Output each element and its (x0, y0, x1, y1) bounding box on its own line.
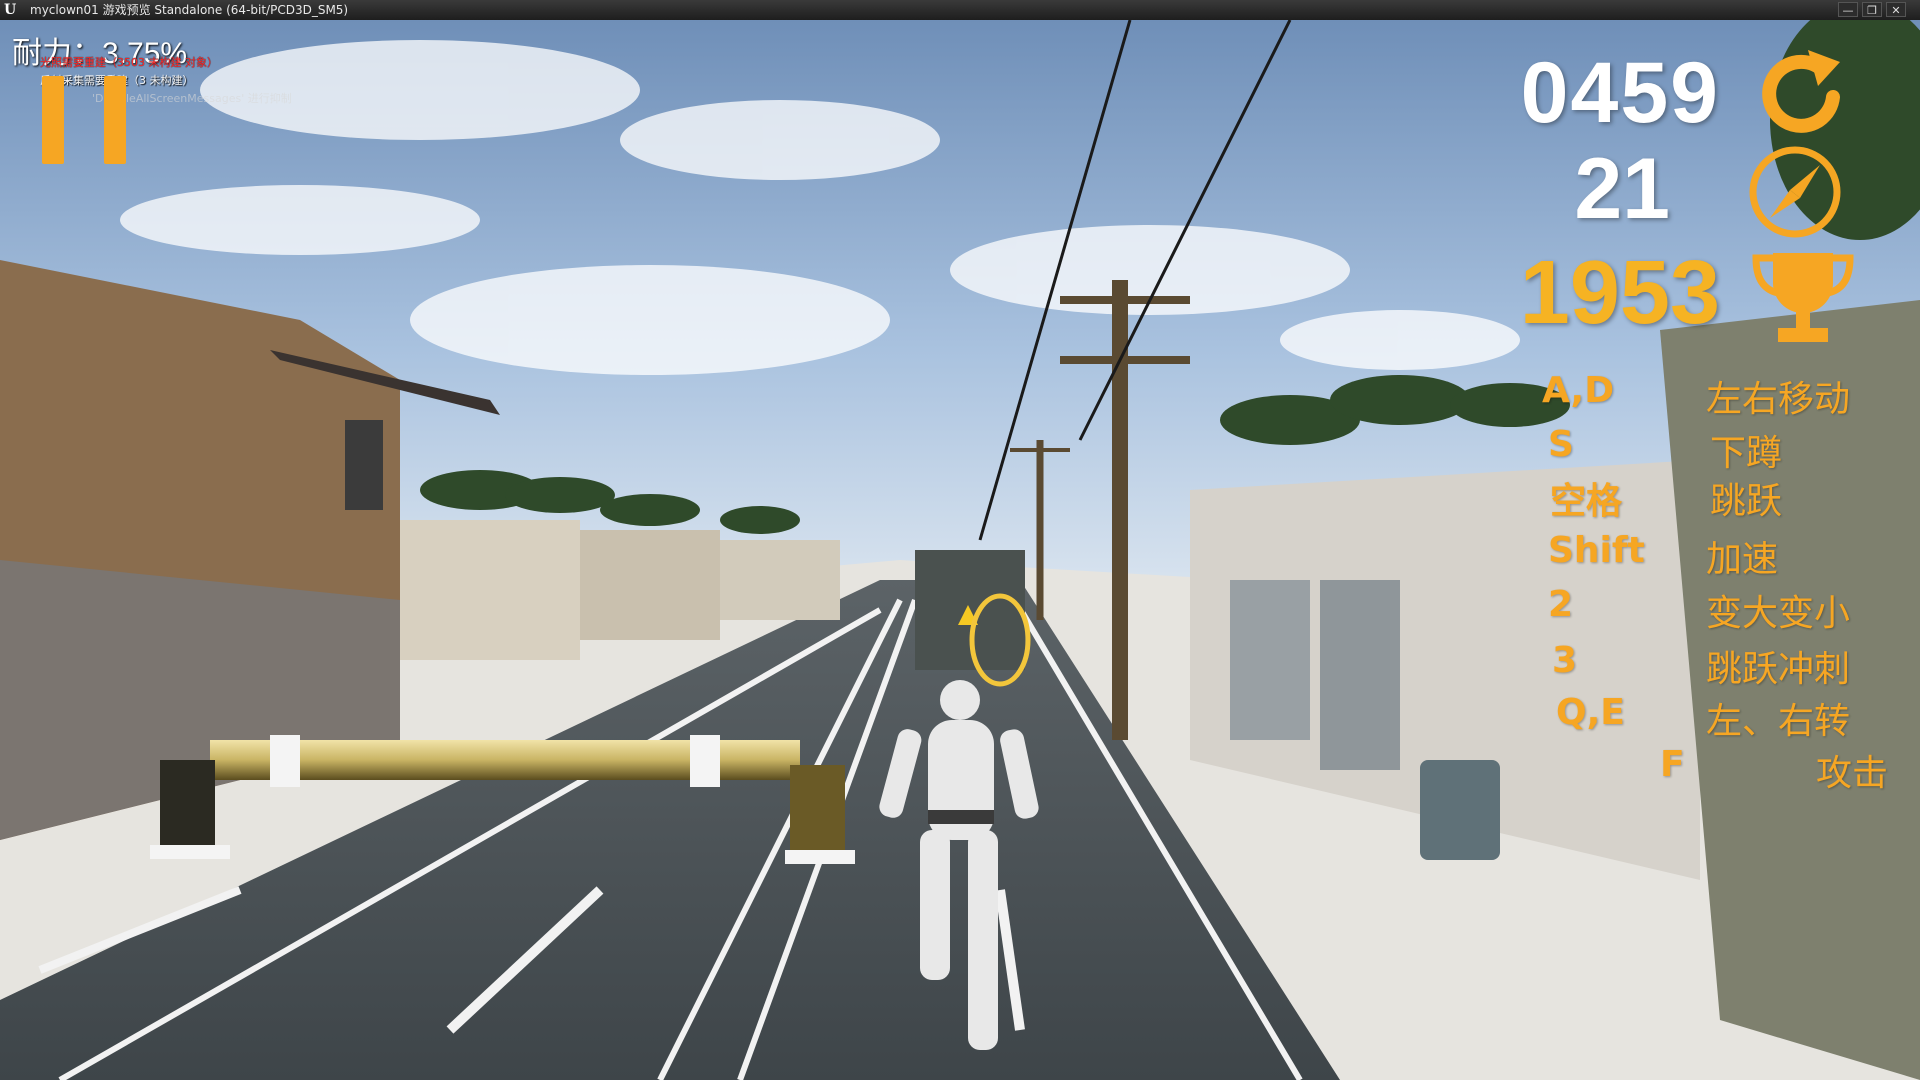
best-score-counter: 1953 (1519, 243, 1720, 343)
control-key-shift: Shift (1548, 530, 1645, 571)
control-desc-crouch: 下蹲 (1710, 433, 1783, 474)
unreal-logo-icon: U (4, 2, 17, 18)
pause-icon[interactable] (42, 76, 134, 164)
control-desc-turn: 左、右转 (1706, 701, 1851, 742)
control-desc-resize: 变大变小 (1706, 593, 1851, 634)
control-desc-jump-dash: 跳跃冲刺 (1706, 649, 1851, 690)
trophy-icon (1752, 253, 1854, 342)
window-title: myclown01 游戏预览 Standalone (64-bit/PCD3D_… (30, 3, 349, 17)
control-desc-attack: 攻击 (1816, 753, 1889, 794)
control-key-s: S (1548, 424, 1574, 465)
control-key-qe: Q,E (1556, 692, 1625, 733)
control-key-2: 2 (1548, 584, 1574, 625)
game-viewport[interactable]: 耐力：3.75% 光照需要重建（3503 未构建 对象） 反射采集需要重建（3 … (0, 20, 1920, 1080)
speedometer-icon (1749, 146, 1841, 238)
left-buildings (400, 520, 580, 660)
control-desc-sprint: 加速 (1706, 539, 1779, 580)
control-key-ad: A,D (1542, 370, 1615, 411)
score-counter: 0459 (1520, 45, 1720, 141)
speed-counter: 21 (1574, 141, 1670, 237)
control-key-3: 3 (1552, 640, 1578, 681)
trash-barrel (1420, 760, 1500, 860)
control-key-f: F (1660, 744, 1685, 785)
lighting-rebuild-warning: 光照需要重建（3503 未构建 对象） (40, 56, 218, 69)
control-desc-jump: 跳跃 (1710, 481, 1783, 522)
window-title-bar: U myclown01 游戏预览 Standalone (64-bit/PCD3… (0, 0, 1920, 20)
minimize-button[interactable]: — (1838, 2, 1858, 17)
maximize-button[interactable]: ❐ (1862, 2, 1882, 17)
close-button[interactable]: ✕ (1886, 2, 1906, 17)
control-key-space: 空格 (1550, 481, 1623, 522)
control-desc-move: 左右移动 (1706, 379, 1851, 420)
refresh-icon (1762, 50, 1840, 133)
